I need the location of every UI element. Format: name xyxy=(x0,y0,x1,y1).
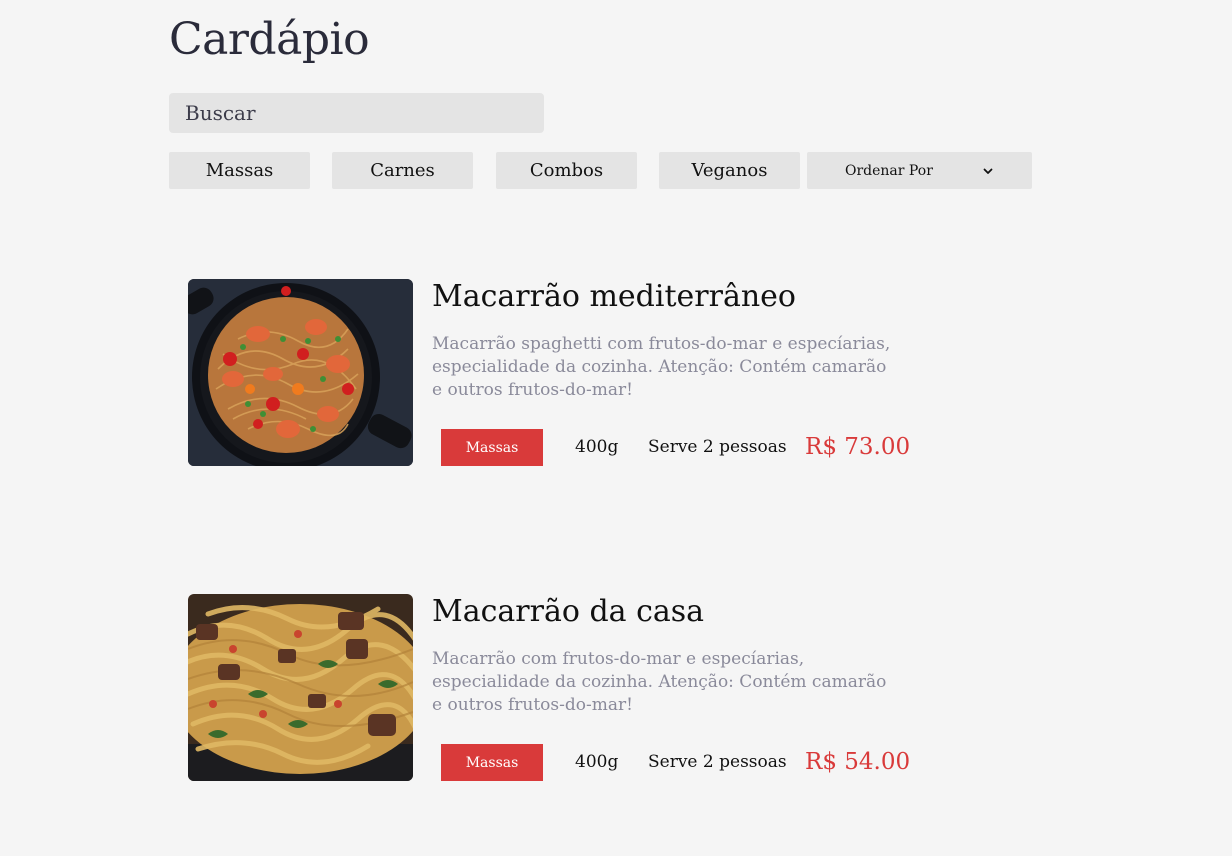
dish-image xyxy=(188,279,413,466)
dish-serves: Serve 2 pessoas xyxy=(648,437,787,457)
sort-dropdown-label: Ordenar Por xyxy=(845,162,933,179)
filter-button-carnes[interactable]: Carnes xyxy=(332,152,473,189)
filter-button-massas[interactable]: Massas xyxy=(169,152,310,189)
dish-description: Macarrão com frutos-do-mar e especíarias… xyxy=(432,649,887,715)
category-tag[interactable]: Massas xyxy=(441,429,543,466)
dish-weight: 400g xyxy=(575,437,619,457)
dish-description: Macarrão spaghetti com frutos-do-mar e e… xyxy=(432,334,891,400)
dish-price: R$ 73.00 xyxy=(805,434,911,460)
menu-page: Cardápio Massas Carnes Combos Veganos Or… xyxy=(0,0,1232,856)
search-input[interactable] xyxy=(169,93,544,133)
dish-title: Macarrão mediterrâneo xyxy=(432,279,796,314)
sort-dropdown[interactable]: Ordenar Por xyxy=(807,152,1032,189)
menu-item-card[interactable]: Macarrão da casa Macarrão com frutos-do-… xyxy=(188,594,911,782)
dish-price: R$ 54.00 xyxy=(805,749,911,775)
dish-weight: 400g xyxy=(575,752,619,772)
filter-button-veganos[interactable]: Veganos xyxy=(659,152,800,189)
category-tag[interactable]: Massas xyxy=(441,744,543,781)
dish-image xyxy=(188,594,413,781)
dish-title: Macarrão da casa xyxy=(432,594,705,629)
chevron-down-icon xyxy=(983,168,993,174)
dish-serves: Serve 2 pessoas xyxy=(648,752,787,772)
page-title: Cardápio xyxy=(169,14,370,65)
menu-item-card[interactable]: Macarrão mediterrâneo Macarrão spaghetti… xyxy=(188,279,911,467)
filter-button-combos[interactable]: Combos xyxy=(496,152,637,189)
